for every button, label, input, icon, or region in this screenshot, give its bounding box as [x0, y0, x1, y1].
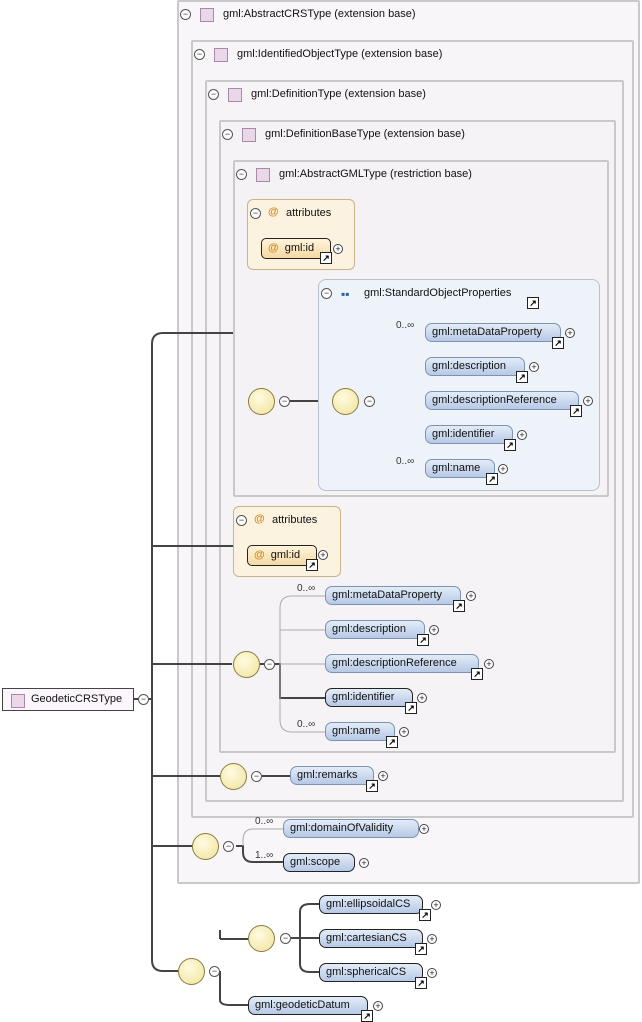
link-arrow-icon[interactable]: ↗ — [415, 977, 427, 989]
collapse-icon[interactable]: − — [236, 515, 247, 526]
expand-icon[interactable]: + — [427, 968, 437, 978]
collapse-icon[interactable]: − — [223, 841, 234, 852]
collapse-icon[interactable]: − — [364, 396, 375, 407]
expand-icon[interactable]: + — [417, 693, 427, 703]
group-element-name[interactable]: gml:name — [425, 459, 495, 478]
sequence-compositor-icon[interactable] — [192, 833, 219, 860]
expand-icon[interactable]: + — [419, 824, 429, 834]
collapse-icon[interactable]: − — [321, 288, 332, 299]
attribute-at-icon: @ — [268, 242, 279, 254]
expand-icon[interactable]: + — [498, 464, 508, 474]
expand-icon[interactable]: + — [431, 900, 441, 910]
complex-type-icon — [11, 694, 25, 708]
collapse-icon[interactable]: − — [251, 771, 262, 782]
expand-icon[interactable]: + — [333, 244, 343, 254]
attribute-at-icon: @ — [254, 549, 265, 561]
sequence-compositor-icon[interactable] — [248, 388, 275, 415]
attributes-at-icon: @ — [254, 513, 265, 525]
remarks-element[interactable]: gml:remarks — [290, 766, 374, 785]
expand-icon[interactable]: + — [484, 659, 494, 669]
expand-icon[interactable]: + — [565, 328, 575, 338]
collapse-icon[interactable]: − — [279, 396, 290, 407]
expand-icon[interactable]: + — [373, 1001, 383, 1011]
expand-icon[interactable]: + — [517, 430, 527, 440]
definition-element-description-reference[interactable]: gml:descriptionReference — [325, 654, 479, 673]
occurrence-label: 0..∞ — [396, 320, 415, 331]
expand-icon[interactable]: + — [466, 591, 476, 601]
group-element-description-reference[interactable]: gml:descriptionReference — [425, 391, 579, 410]
link-arrow-icon[interactable]: ↗ — [361, 1010, 373, 1022]
collapse-icon[interactable]: − — [250, 208, 261, 219]
definition-element-identifier[interactable]: gml:identifier — [325, 688, 413, 707]
link-arrow-icon[interactable]: ↗ — [306, 559, 318, 571]
root-type[interactable]: GeodeticCRSType — [2, 688, 134, 711]
link-arrow-icon[interactable]: ↗ — [527, 297, 539, 309]
scope-element[interactable]: gml:scope — [283, 853, 355, 872]
collapse-icon[interactable]: − — [138, 694, 149, 705]
expand-icon[interactable]: + — [378, 771, 388, 781]
occurrence-label: 0..∞ — [255, 816, 274, 827]
occurrence-label: 1..∞ — [255, 850, 274, 861]
occurrence-label: 0..∞ — [297, 719, 316, 730]
geodetic-datum-element[interactable]: gml:geodeticDatum — [248, 996, 368, 1015]
link-arrow-icon[interactable]: ↗ — [366, 780, 378, 792]
link-arrow-icon[interactable]: ↗ — [471, 668, 483, 680]
attribute-label: gml:id — [284, 242, 315, 254]
expand-icon[interactable]: + — [318, 550, 328, 560]
expand-icon[interactable]: + — [399, 727, 409, 737]
occurrence-label: 0..∞ — [396, 456, 415, 467]
attributes-label: attributes — [272, 514, 318, 526]
group-element-description[interactable]: gml:description — [425, 357, 525, 376]
link-arrow-icon[interactable]: ↗ — [552, 337, 564, 349]
group-element-identifier[interactable]: gml:identifier — [425, 425, 513, 444]
expand-icon[interactable]: + — [429, 625, 439, 635]
choice-compositor-icon[interactable] — [248, 925, 275, 952]
domain-of-validity-element[interactable]: gml:domainOfValidity — [283, 819, 419, 838]
link-arrow-icon[interactable]: ↗ — [405, 702, 417, 714]
sequence-compositor-icon[interactable] — [233, 651, 260, 678]
attribute-label: gml:id — [270, 549, 301, 561]
link-arrow-icon[interactable]: ↗ — [486, 473, 498, 485]
group-icon: ▪▪ — [341, 287, 350, 301]
link-arrow-icon[interactable]: ↗ — [516, 371, 528, 383]
collapse-icon[interactable]: − — [280, 933, 291, 944]
attributes-at-icon: @ — [268, 206, 279, 218]
cartesian-cs-element[interactable]: gml:cartesianCS — [319, 929, 423, 948]
expand-icon[interactable]: + — [427, 934, 437, 944]
sequence-compositor-icon[interactable] — [332, 388, 359, 415]
sequence-compositor-icon[interactable] — [178, 958, 205, 985]
group-element-meta-data-property[interactable]: gml:metaDataProperty — [425, 323, 561, 342]
occurrence-label: 0..∞ — [297, 583, 316, 594]
link-arrow-icon[interactable]: ↗ — [415, 943, 427, 955]
expand-icon[interactable]: + — [583, 396, 593, 406]
sequence-compositor-icon[interactable] — [220, 763, 247, 790]
spherical-cs-element[interactable]: gml:sphericalCS — [319, 963, 423, 982]
link-arrow-icon[interactable]: ↗ — [453, 600, 465, 612]
collapse-icon[interactable]: − — [264, 659, 275, 670]
link-arrow-icon[interactable]: ↗ — [386, 736, 398, 748]
link-arrow-icon[interactable]: ↗ — [504, 439, 516, 451]
link-arrow-icon[interactable]: ↗ — [419, 909, 431, 921]
link-arrow-icon[interactable]: ↗ — [570, 405, 582, 417]
expand-icon[interactable]: + — [359, 858, 369, 868]
definition-element-meta-data-property[interactable]: gml:metaDataProperty — [325, 586, 461, 605]
attributes-label: attributes — [286, 207, 332, 219]
root-type-label: GeodeticCRSType — [31, 693, 123, 705]
definition-element-description[interactable]: gml:description — [325, 620, 425, 639]
ellipsoidal-cs-element[interactable]: gml:ellipsoidalCS — [319, 895, 423, 914]
collapse-icon[interactable]: − — [209, 966, 220, 977]
link-arrow-icon[interactable]: ↗ — [320, 252, 332, 264]
expand-icon[interactable]: + — [529, 362, 539, 372]
link-arrow-icon[interactable]: ↗ — [417, 634, 429, 646]
definition-element-name[interactable]: gml:name — [325, 722, 395, 741]
group-label: gml:StandardObjectProperties — [364, 287, 512, 299]
